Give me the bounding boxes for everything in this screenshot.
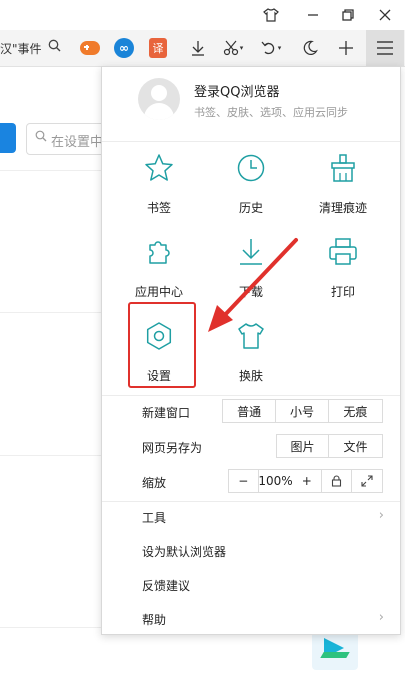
help-label: 帮助 (142, 613, 167, 627)
undo-icon[interactable]: ▾ (256, 37, 286, 59)
moon-icon[interactable] (298, 37, 322, 59)
fullscreen-icon[interactable] (352, 470, 382, 492)
zoom-value: 100% (258, 474, 293, 488)
menu-item-label: 书签 (146, 201, 171, 215)
shirt-icon (238, 323, 264, 349)
zoom-out-button[interactable]: − (229, 470, 259, 492)
menu-item-label: 清理痕迹 (318, 201, 367, 215)
search-icon (35, 130, 47, 145)
save-page-options: 图片 文件 (276, 434, 383, 458)
menu-icon[interactable] (366, 30, 404, 66)
menu-item-feedback[interactable]: 反馈建议 (102, 569, 400, 601)
title-bar (0, 0, 405, 30)
toolbar: 汉"事件 ∞ 译 ▾ ▾ (0, 30, 405, 67)
zoom-controls: − 100% + (228, 469, 383, 493)
menu-item-label: 历史 (238, 201, 263, 215)
search-placeholder: 在设置中 (51, 135, 104, 150)
divider (0, 170, 105, 171)
close-icon[interactable] (374, 4, 396, 26)
save-as-file-button[interactable]: 文件 (329, 435, 382, 457)
broom-icon (331, 154, 355, 182)
new-window-options: 普通 小号 无痕 (222, 399, 383, 423)
divider (102, 141, 400, 142)
menu-item-help[interactable]: 帮助 › (102, 603, 400, 635)
menu-item-print[interactable]: 打印 (308, 237, 378, 307)
feedback-label: 反馈建议 (142, 579, 191, 593)
save-as-image-button[interactable]: 图片 (277, 435, 330, 457)
menu-item-history[interactable]: 历史 (216, 153, 286, 223)
game-icon[interactable] (78, 37, 102, 59)
translate-icon[interactable]: 译 (146, 37, 170, 59)
avatar[interactable] (138, 78, 180, 120)
new-window-normal-button[interactable]: 普通 (223, 400, 277, 422)
download-icon[interactable] (186, 37, 210, 59)
zoom-row: 缩放 − 100% + (102, 466, 400, 498)
menu-item-clear-traces[interactable]: 清理痕迹 (308, 153, 378, 223)
download-icon (240, 239, 262, 265)
menu-item-tools[interactable]: 工具 › (102, 501, 400, 533)
address-bar-text[interactable]: 汉"事件 (0, 40, 42, 57)
chevron-right-icon: › (378, 610, 384, 625)
login-subtitle: 书签、皮肤、选项、应用云同步 (194, 106, 348, 119)
menu-item-label: 换肤 (238, 369, 263, 383)
lock-icon[interactable] (322, 470, 352, 492)
printer-icon (329, 238, 357, 265)
infinity-icon[interactable]: ∞ (112, 37, 136, 59)
divider (0, 455, 105, 456)
settings-highlight-box (128, 302, 196, 388)
zoom-label: 缩放 (142, 476, 167, 490)
minimize-icon[interactable] (302, 4, 324, 26)
main-menu-dropdown: 登录QQ浏览器 书签、皮肤、选项、应用云同步 书签 历史 清理痕迹 应用中心 下… (101, 66, 401, 635)
plus-icon[interactable] (334, 37, 358, 59)
menu-item-label: 应用中心 (134, 285, 183, 299)
login-section[interactable]: 登录QQ浏览器 书签、皮肤、选项、应用云同步 (102, 67, 400, 133)
menu-item-download[interactable]: 下载 (216, 237, 286, 307)
new-window-incognito-button[interactable]: 无痕 (329, 400, 382, 422)
star-icon (145, 154, 173, 181)
chevron-right-icon: › (378, 508, 384, 523)
login-title[interactable]: 登录QQ浏览器 (194, 81, 279, 100)
menu-item-default-browser[interactable]: 设为默认浏览器 (102, 535, 400, 567)
new-window-small-button[interactable]: 小号 (276, 400, 329, 422)
default-browser-label: 设为默认浏览器 (142, 545, 227, 559)
scissors-icon[interactable]: ▾ (218, 37, 248, 59)
menu-item-label: 打印 (330, 285, 355, 299)
new-window-label: 新建窗口 (142, 406, 191, 420)
menu-item-bookmarks[interactable]: 书签 (124, 153, 194, 223)
menu-item-label: 下载 (238, 285, 263, 299)
restore-icon[interactable] (337, 4, 359, 26)
clock-icon (237, 154, 265, 182)
menu-item-skin[interactable]: 换肤 (216, 321, 286, 391)
puzzle-icon (149, 241, 170, 264)
tools-label: 工具 (142, 511, 167, 525)
new-window-row: 新建窗口 普通 小号 无痕 (102, 396, 400, 428)
divider (0, 312, 105, 313)
divider (0, 627, 105, 628)
save-page-row: 网页另存为 图片 文件 (102, 431, 400, 463)
menu-item-app-center[interactable]: 应用中心 (124, 237, 194, 307)
sidebar-blue-button[interactable] (0, 123, 16, 153)
shirt-icon[interactable] (260, 4, 282, 26)
zoom-in-button[interactable]: + (293, 470, 323, 492)
save-page-label: 网页另存为 (142, 441, 203, 455)
search-icon[interactable] (48, 39, 61, 56)
